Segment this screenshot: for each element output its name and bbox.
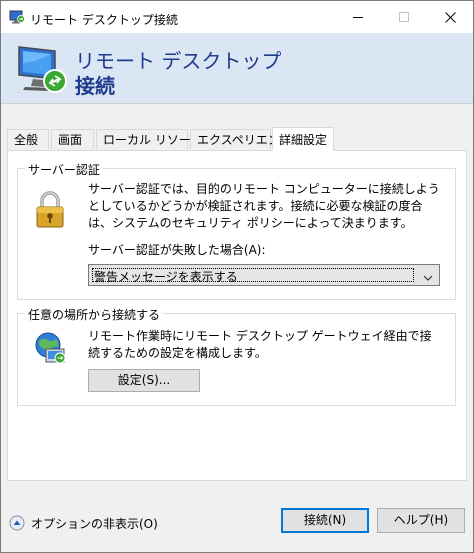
- header-banner: リモート デスクトップ 接続: [1, 33, 473, 103]
- connect-anywhere-title: 任意の場所から接続する: [25, 306, 164, 323]
- connect-button[interactable]: 接続(N): [281, 508, 369, 533]
- minimize-button[interactable]: [335, 1, 381, 33]
- gateway-globe-icon: [34, 331, 68, 365]
- maximize-icon: [399, 12, 409, 22]
- close-button[interactable]: [427, 1, 473, 33]
- maximize-button[interactable]: [381, 1, 427, 33]
- tab-general[interactable]: 全般: [7, 129, 49, 149]
- title-bar[interactable]: リモート デスクトップ接続: [1, 1, 473, 33]
- lock-icon: [34, 191, 66, 229]
- window-title: リモート デスクトップ接続: [30, 13, 178, 27]
- tab-advanced[interactable]: 詳細設定: [272, 127, 334, 151]
- server-auth-title: サーバー認証: [25, 161, 103, 178]
- server-auth-description: サーバー認証では、目的のリモート コンピューターに接続しようとしているかどうかが…: [88, 182, 440, 230]
- hide-options-toggle[interactable]: オプションの非表示(O): [9, 513, 158, 533]
- tab-local-resources[interactable]: ローカル リソース: [96, 129, 202, 149]
- remote-desktop-window: リモート デスクトップ接続 リモート デスクトップ 接続 全般 画面 ローカル …: [0, 0, 474, 553]
- close-icon: [444, 11, 456, 23]
- hide-options-label: オプションの非表示(O): [31, 516, 158, 531]
- settings-button[interactable]: 設定(S)...: [88, 369, 200, 392]
- connect-anywhere-description: リモート作業時にリモート デスクトップ ゲートウェイ経由で接続するための設定を構…: [88, 329, 432, 360]
- tab-display[interactable]: 画面: [51, 129, 94, 149]
- connect-anywhere-group: 任意の場所から接続する リモート作業時にリモート デスクトップ ゲートウェイ経由…: [17, 306, 456, 406]
- advanced-tab-panel: サーバー認証 サーバー認証では、目的のリモート コンピューターに接続しようとして…: [7, 150, 467, 481]
- auth-failure-select[interactable]: 警告メッセージを表示する: [88, 264, 440, 286]
- banner-divider: [1, 103, 473, 104]
- minimize-icon: [353, 17, 363, 18]
- chevron-down-icon: [423, 271, 433, 281]
- tab-experience[interactable]: エクスペリエンス: [190, 129, 292, 149]
- remote-desktop-icon: [9, 10, 25, 24]
- help-button[interactable]: ヘルプ(H): [377, 508, 465, 533]
- remote-desktop-monitor-icon: [15, 41, 71, 97]
- banner-title-line2: 接続: [75, 74, 115, 98]
- chevron-up-circle-icon: [9, 515, 25, 531]
- server-auth-group: サーバー認証 サーバー認証では、目的のリモート コンピューターに接続しようとして…: [17, 161, 456, 300]
- auth-failure-label: サーバー認証が失敗した場合(A):: [88, 243, 266, 257]
- auth-failure-value: 警告メッセージを表示する: [94, 270, 238, 284]
